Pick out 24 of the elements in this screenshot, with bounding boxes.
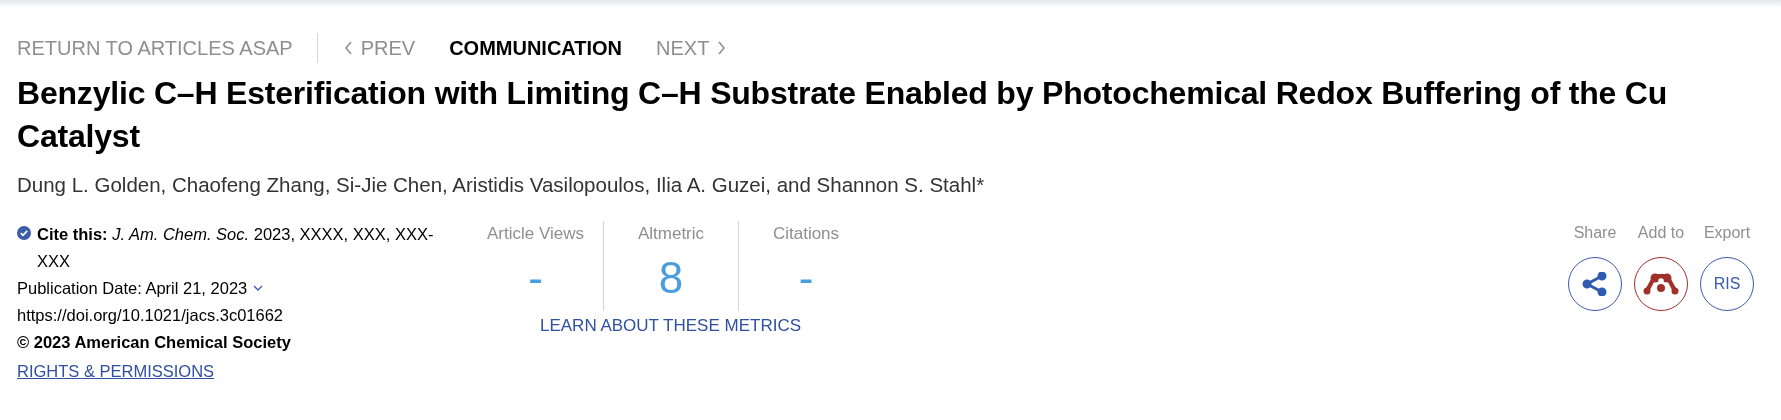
metric-value: - — [798, 252, 814, 305]
chevron-left-icon — [343, 41, 353, 55]
article-type: COMMUNICATION — [449, 36, 623, 61]
chevron-right-icon — [717, 41, 727, 55]
doi-text: https://doi.org/10.1021/jacs.3c01662 — [17, 304, 285, 326]
action-label: Add to — [1637, 222, 1685, 243]
check-circle-icon — [17, 225, 31, 240]
metric-label: Altmetric — [637, 222, 705, 245]
action-label: Share — [1573, 222, 1617, 243]
metric-label: Citations — [772, 222, 840, 245]
copyright-text: © 2023 American Chemical Society — [17, 331, 292, 353]
rights-link[interactable]: RIGHTS & PERMISSIONS — [17, 357, 468, 385]
author-list: Dung L. Golden, Chaofeng Zhang, Si-Jie Chen, Aristidis Vasilopoulos, Ilia A. Guzei, and Shannon S. Stahl* — [17, 170, 1764, 201]
metric-label: Article Views — [487, 222, 584, 245]
metric-value: 8 — [658, 252, 684, 305]
citation-text: Cite this: J. Am. Chem. Soc. 2023, XXXX, XXX, XXX-XXX — [37, 223, 435, 272]
mendeley-icon — [1642, 272, 1680, 295]
metric-value: - — [528, 252, 543, 305]
action-label: Export — [1703, 222, 1751, 243]
chevron-down-icon[interactable] — [253, 284, 264, 292]
metrics-link[interactable]: LEARN ABOUT THESE METRICS — [539, 312, 801, 339]
share-icon — [1582, 271, 1608, 296]
article-title: Benzylic C–H Esterification with Limiting C–H Substrate Enabled by Photochemical Redox Buffering of the Cu Catalyst — [17, 74, 1669, 156]
publication-date: Publication Date: April 21, 2023 — [17, 277, 248, 299]
